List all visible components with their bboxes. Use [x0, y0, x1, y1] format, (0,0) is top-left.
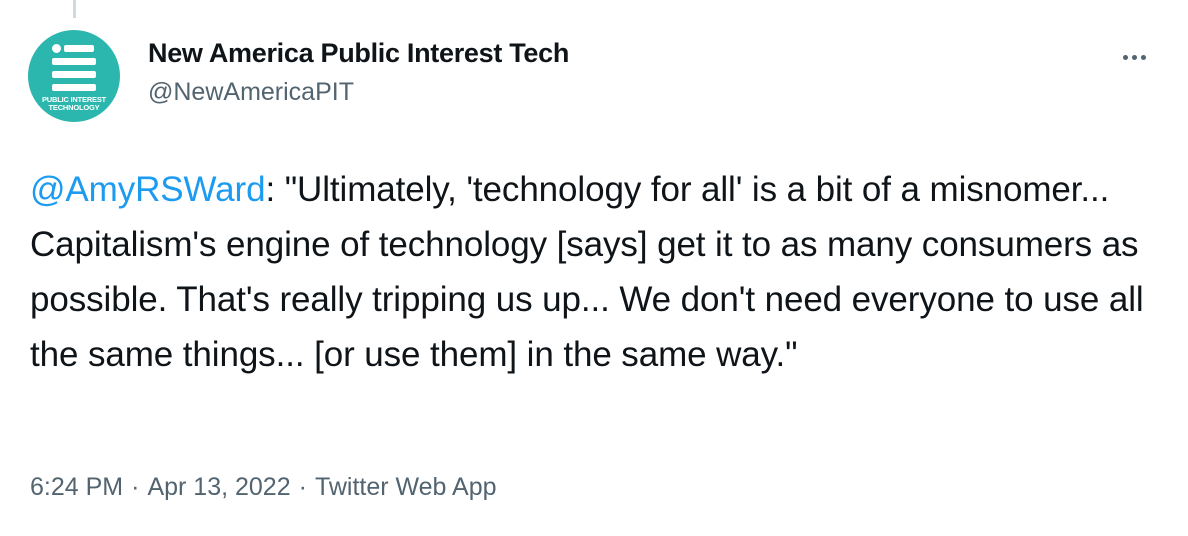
tweet-time[interactable]: 6:24 PM	[30, 473, 123, 501]
tweet-source[interactable]: Twitter Web App	[315, 473, 497, 501]
tweet-text: @AmyRSWard: "Ultimately, 'technology for…	[30, 162, 1160, 382]
thread-connector-line	[73, 0, 76, 18]
more-options-button[interactable]	[1114, 44, 1154, 70]
meta-separator: ·	[131, 473, 140, 501]
avatar-logo-bar	[52, 84, 96, 91]
avatar-logo-bar	[52, 58, 96, 65]
avatar-logo-bar	[52, 71, 96, 78]
avatar-logo-dot	[52, 44, 61, 53]
meta-separator: ·	[298, 473, 307, 501]
mention-link[interactable]: @AmyRSWard	[30, 170, 266, 209]
tweet-date[interactable]: Apr 13, 2022	[147, 473, 290, 501]
more-horizontal-icon-dot	[1122, 54, 1128, 60]
avatar[interactable]: PUBLIC INTEREST TECHNOLOGY	[28, 30, 120, 122]
author-handle[interactable]: @NewAmericaPIT	[148, 78, 354, 107]
avatar-logo-bar	[64, 45, 94, 52]
tweet-metadata: 6:24 PM · Apr 13, 2022 · Twitter Web App	[30, 473, 497, 502]
more-horizontal-icon-dot	[1140, 54, 1146, 60]
avatar-logo-text-line: TECHNOLOGY	[48, 103, 100, 112]
author-display-name[interactable]: New America Public Interest Tech	[148, 38, 569, 69]
more-horizontal-icon-dot	[1131, 54, 1137, 60]
